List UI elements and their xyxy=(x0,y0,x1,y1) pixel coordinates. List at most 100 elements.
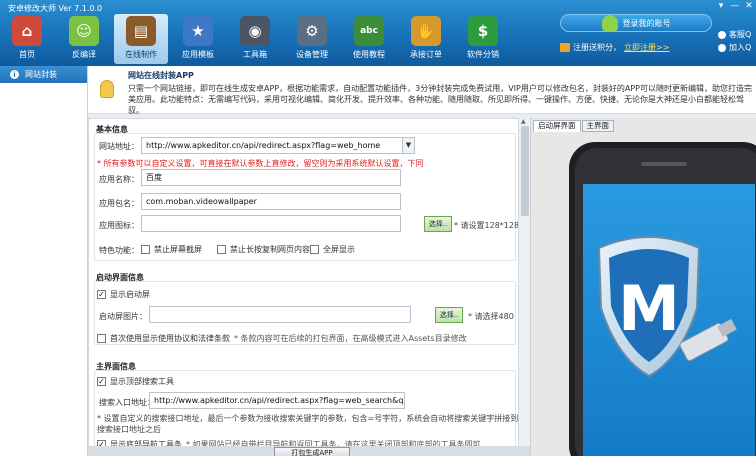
toolbar-label: 反编译 xyxy=(72,50,96,59)
toolbar-label: 承接订单 xyxy=(410,50,442,59)
form-scrollbar[interactable]: ▲ xyxy=(518,118,530,456)
main-toolbar: ⌂ 首页 ☺ 反编译 ▤ 在线制作 ★ 应用模板 ◉ 工具箱 ⚙ 设备管理 abc 使用教程 ✋ 承接订单 $ 软… xyxy=(0,14,513,66)
preview-panel: 启动屏界面 主界面 M xyxy=(530,118,756,456)
feature-box xyxy=(141,245,150,254)
bottom-action-bar: 打包生成APP xyxy=(88,446,530,456)
feature-checkbox-2[interactable]: 全屏显示 xyxy=(310,244,355,255)
service-qq-link[interactable]: 客服Q xyxy=(718,28,756,41)
package-input[interactable]: com.moban.videowallpaper xyxy=(141,193,401,210)
basic-warning: * 所有参数可以自定义设置，可直接在默认参数上直修改，留空则为采用系统默认设置，… xyxy=(97,159,424,168)
android-mascot-icon xyxy=(601,15,618,31)
toolbar-label: 软件分销 xyxy=(467,50,499,59)
search-url-label: 搜索入口地址： xyxy=(99,398,155,407)
url-select[interactable]: http://www.apkeditor.cn/api/redirect.asp… xyxy=(141,137,415,154)
briefcase-icon: ▤ xyxy=(126,16,156,46)
chevron-down-icon[interactable]: ▼ xyxy=(402,138,414,153)
app-icon-label: 应用图标： xyxy=(99,221,139,230)
features-label: 特色功能： xyxy=(99,246,139,255)
generate-app-button[interactable]: 打包生成APP xyxy=(274,447,350,456)
agreement-label: 首次使用显示使用协议和法律条款 xyxy=(110,334,230,343)
home-icon: ⌂ xyxy=(12,16,42,46)
register-line: 注册送积分， 立即注册>> xyxy=(560,42,712,53)
toolbar-label: 首页 xyxy=(19,50,35,59)
icon-size-note: * 请设置128*128 xyxy=(454,221,520,230)
gift-icon xyxy=(560,43,570,52)
toolbar-label: 应用模板 xyxy=(182,50,214,59)
register-link[interactable]: 立即注册>> xyxy=(624,42,669,53)
join-qq-label: 加入Q xyxy=(729,43,752,52)
menu-button[interactable]: ▾ xyxy=(714,0,728,12)
icon-browse-button[interactable]: 选择.. xyxy=(424,216,452,232)
window-controls: ▾ — ✕ xyxy=(714,0,756,12)
feature-box xyxy=(310,245,319,254)
speaker-icon: ◉ xyxy=(240,16,270,46)
nav-item-label: 网站封装 xyxy=(25,70,57,79)
toolbar-label: 工具箱 xyxy=(243,50,267,59)
login-label: 登录我的账号 xyxy=(622,18,671,28)
settings-gear-icon: ⚙ xyxy=(297,16,327,46)
show-splash-checkbox[interactable]: ✓ 显示启动屏 xyxy=(97,289,150,300)
package-label: 应用包名： xyxy=(99,199,139,208)
feature-box xyxy=(217,245,226,254)
toolbar-button-0[interactable]: ⌂ 首页 xyxy=(0,14,54,64)
intro-text: 只需一个网站链接，即可在线生成安卓APP，根据功能需求，自动配置功能插件，3分钟… xyxy=(128,84,752,115)
agreement-box xyxy=(97,334,106,343)
splash-browse-button[interactable]: 选择.. xyxy=(435,307,463,323)
feature-label: 全屏显示 xyxy=(323,245,355,254)
abc-board-icon: abc xyxy=(354,16,384,46)
toolbar-button-8[interactable]: $ 软件分销 xyxy=(456,14,510,64)
feature-checkbox-1[interactable]: 禁止长按复制网页内容 xyxy=(217,244,310,255)
top-banner: 安卓修改大师 Ver 7.1.0.0 ⌂ 首页 ☺ 反编译 ▤ 在线制作 ★ 应用模板 ◉ 工具箱… xyxy=(0,0,756,66)
feature-checkbox-0[interactable]: 禁止屏幕截屏 xyxy=(141,244,202,255)
splash-image-input[interactable] xyxy=(149,306,411,323)
toolbar-button-5[interactable]: ⚙ 设备管理 xyxy=(285,14,339,64)
dollar-icon: $ xyxy=(468,16,498,46)
splash-size-note: * 请选择480 xyxy=(468,312,514,321)
toolbar-button-4[interactable]: ◉ 工具箱 xyxy=(228,14,282,64)
close-button[interactable]: ✕ xyxy=(742,0,756,12)
show-splash-box: ✓ xyxy=(97,289,106,299)
app-name-input[interactable]: 百度 xyxy=(141,169,401,186)
toolbar-button-3[interactable]: ★ 应用模板 xyxy=(171,14,225,64)
search-url-input[interactable]: http://www.apkeditor.cn/api/redirect.asp… xyxy=(149,392,405,409)
scroll-thumb[interactable] xyxy=(521,126,529,216)
register-text: 注册送积分， xyxy=(573,43,621,52)
star-icon: ★ xyxy=(183,16,213,46)
logo-letter: M xyxy=(618,272,680,345)
app-icon-input[interactable] xyxy=(141,215,401,232)
phone-speaker xyxy=(641,162,687,166)
app-name-label: 应用名称： xyxy=(99,175,139,184)
service-qq-label: 客服Q xyxy=(729,30,752,39)
phone-preview: M xyxy=(569,142,756,456)
minimize-button[interactable]: — xyxy=(728,0,742,12)
top-search-label: 显示顶部搜索工具 xyxy=(110,377,174,386)
account-panel: 登录我的账号 注册送积分， 立即注册>> xyxy=(560,14,712,60)
android-icon: ☺ xyxy=(69,16,99,46)
toolbar-label: 在线制作 xyxy=(125,50,157,59)
top-search-checkbox[interactable]: ✓ 显示顶部搜索工具 xyxy=(97,376,174,387)
search-note-line1: * 设置自定义的搜索接口地址，最后一个参数为接收搜索关键字的参数，包含=号字符，… xyxy=(97,414,519,423)
intro-title: 网站在线封装APP xyxy=(128,71,194,80)
show-splash-label: 显示启动屏 xyxy=(110,290,150,299)
search-note-line2: 搜索接口地址之后 xyxy=(97,425,161,434)
toolbar-button-7[interactable]: ✋ 承接订单 xyxy=(399,14,453,64)
login-button[interactable]: 登录我的账号 xyxy=(560,14,712,32)
service-links: 客服Q 加入Q xyxy=(718,28,756,54)
config-form: 基本信息 网站地址： http://www.apkeditor.cn/api/r… xyxy=(88,118,520,456)
nav-item-website-package[interactable]: i 网站封装 xyxy=(0,66,87,83)
handshake-icon: ✋ xyxy=(411,16,441,46)
splash-image-label: 启动屏图片： xyxy=(99,312,147,321)
url-label: 网站地址： xyxy=(99,142,139,151)
group-icon xyxy=(718,43,726,52)
intro-panel: 网站在线封装APP 只需一个网站链接，即可在线生成安卓APP，根据功能需求，自动… xyxy=(88,66,756,115)
scroll-up-icon[interactable]: ▲ xyxy=(521,118,526,125)
toolbar-button-1[interactable]: ☺ 反编译 xyxy=(57,14,111,64)
info-icon: i xyxy=(10,70,19,79)
toolbar-button-6[interactable]: abc 使用教程 xyxy=(342,14,396,64)
join-qq-link[interactable]: 加入Q xyxy=(718,41,756,54)
feature-label: 禁止屏幕截屏 xyxy=(154,245,202,254)
toolbar-button-2[interactable]: ▤ 在线制作 xyxy=(114,14,168,64)
agreement-checkbox[interactable]: 首次使用显示使用协议和法律条款 * 条款内容可在后续的打包界面，在高级模式进入A… xyxy=(97,333,467,344)
agreement-note: * 条款内容可在后续的打包界面，在高级模式进入Assets目录修改 xyxy=(234,334,467,343)
qq-icon xyxy=(718,30,726,39)
